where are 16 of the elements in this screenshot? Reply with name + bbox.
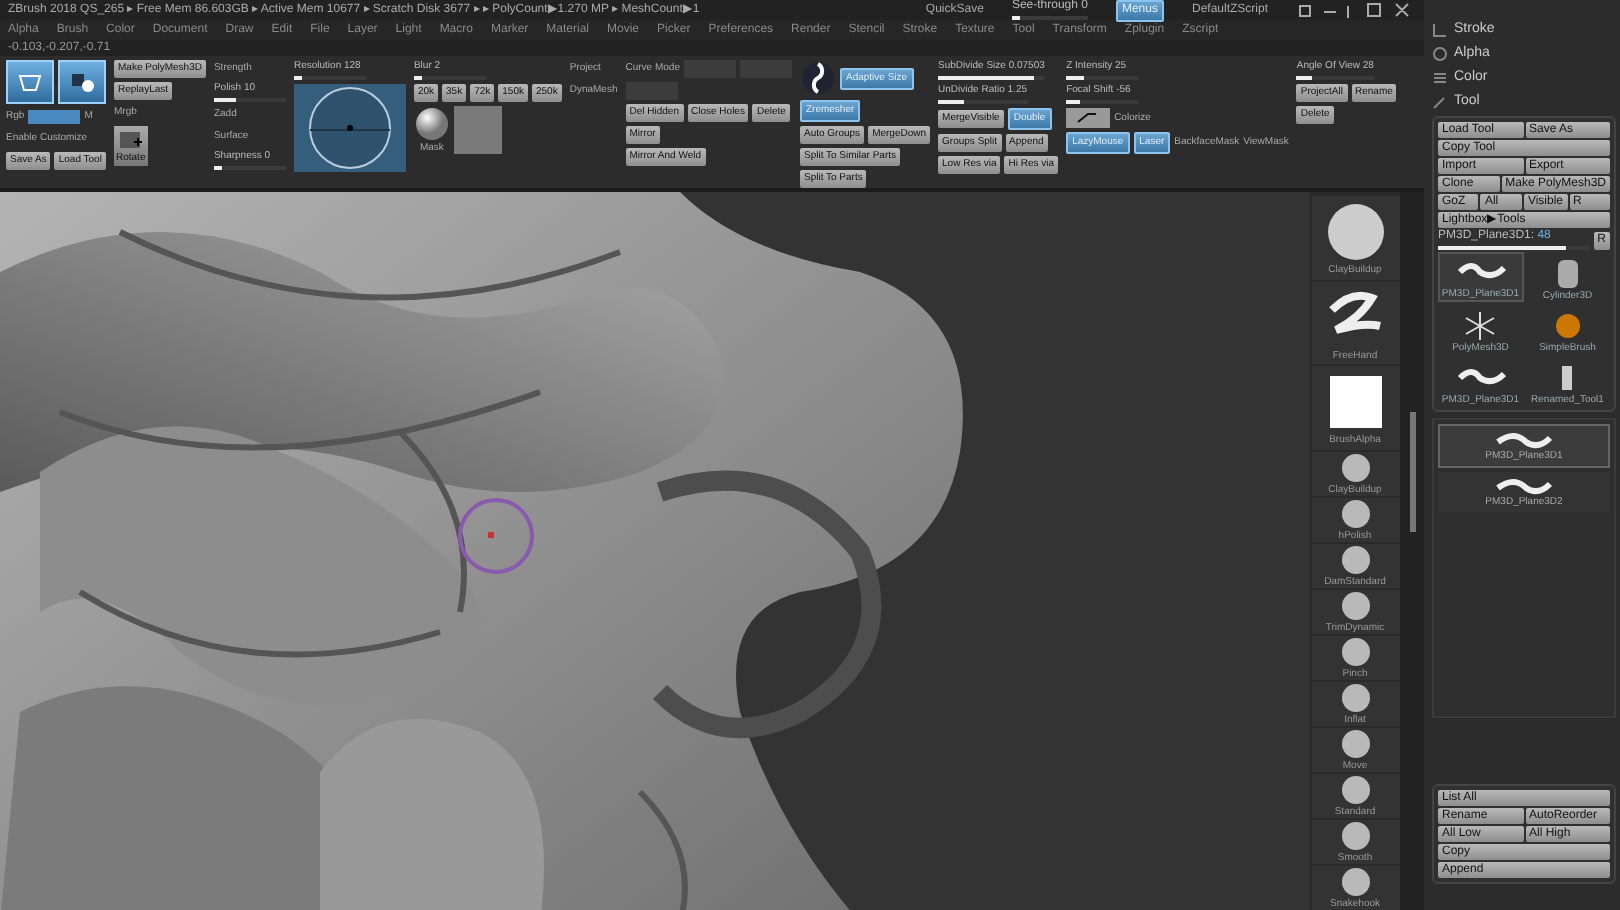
edit-tool[interactable]	[6, 60, 54, 104]
window-controls-icon	[1299, 3, 1409, 18]
mesh-thumbnail-icon	[1494, 430, 1554, 450]
brush-cursor-icon	[458, 498, 534, 574]
intensity-slider[interactable]	[28, 110, 81, 124]
brush-size-dial[interactable]	[293, 84, 406, 172]
alpha-icon	[1432, 45, 1448, 61]
zremesher-icon[interactable]	[799, 60, 836, 96]
draw-tool[interactable]	[58, 60, 106, 104]
mesh-thumbnail-icon	[1494, 476, 1554, 496]
frame-icon	[116, 128, 145, 152]
edit-icon	[16, 70, 44, 94]
sphere-brush-icon	[1323, 199, 1387, 264]
scrollbar-thumb[interactable]	[1409, 412, 1415, 532]
draw-icon	[68, 70, 96, 94]
material-swatch[interactable]	[453, 106, 502, 154]
